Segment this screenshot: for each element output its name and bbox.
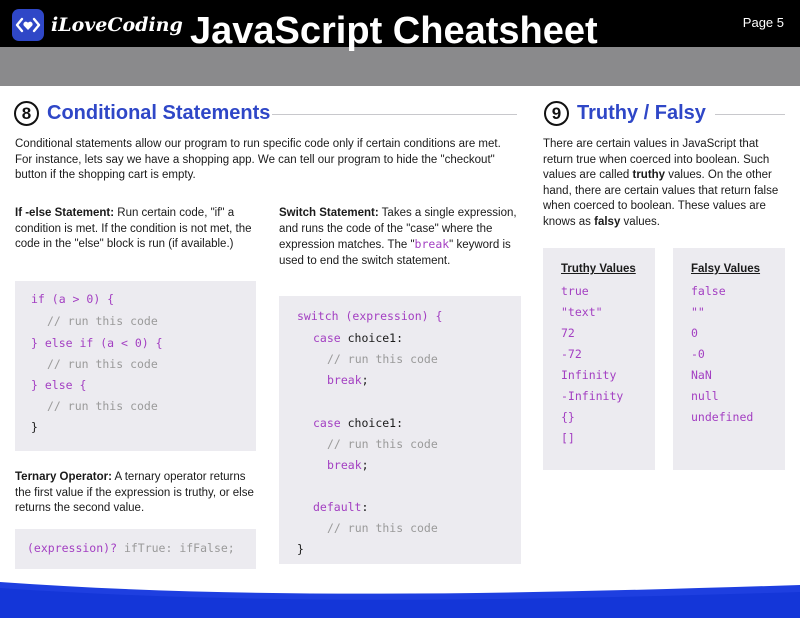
code-comment: // run this code: [47, 314, 158, 328]
code-comment: // run this code: [327, 437, 438, 451]
ternary-description: Ternary Operator: A ternary operator ret…: [15, 470, 260, 517]
truthy-value: 72: [561, 326, 575, 340]
falsy-value: "": [691, 305, 705, 319]
brand-logo[interactable]: iLoveCoding: [12, 9, 183, 41]
code-line: } else if (a < 0) {: [31, 336, 163, 350]
truthy-value: -72: [561, 347, 582, 361]
truthy-intro: There are certain values in JavaScript t…: [543, 138, 779, 228]
code-line: if (a > 0) {: [31, 292, 115, 306]
truthy-value: {}: [561, 410, 575, 424]
section-divider: [272, 114, 517, 115]
code-line: switch (expression) {: [297, 309, 443, 323]
falsy-value: false: [691, 284, 726, 298]
truthy-value: []: [561, 431, 575, 445]
code-line: }: [31, 420, 38, 434]
falsy-values-header: Falsy Values: [691, 263, 761, 275]
page-title: JavaScript Cheatsheet: [190, 10, 598, 52]
code-brackets-heart-icon: [12, 9, 44, 41]
falsy-value: 0: [691, 326, 698, 340]
code-comment: // run this code: [47, 357, 158, 371]
code-line: } else {: [31, 378, 87, 392]
falsy-values-box: Falsy Values false "" 0 -0 NaN null undefined: [673, 248, 785, 470]
section-number: 8: [14, 101, 39, 126]
ifelse-heading: If -else Statement:: [15, 207, 115, 219]
code-comment: // run this code: [327, 352, 438, 366]
truthy-value: true: [561, 284, 589, 298]
code-line: }: [297, 542, 304, 556]
section-conditional-header: 8 Conditional Statements: [14, 101, 270, 126]
section-number: 9: [544, 101, 569, 126]
footer-wave: [0, 582, 800, 618]
section-title: Truthy / Falsy: [577, 102, 706, 124]
code-line: break;: [327, 373, 369, 387]
ternary-code-block: (expression)? ifTrue: ifFalse;: [15, 529, 256, 569]
truthy-value: "text": [561, 305, 603, 319]
code-comment: // run this code: [47, 399, 158, 413]
code-line: break;: [327, 458, 369, 472]
section-divider: [715, 114, 785, 115]
section-title: Conditional Statements: [47, 102, 271, 124]
falsy-value: -0: [691, 347, 705, 361]
falsy-value: null: [691, 389, 719, 403]
code-line: (expression)? ifTrue: ifFalse;: [27, 541, 235, 555]
code-line: default:: [313, 500, 369, 514]
conditional-intro: Conditional statements allow our program…: [15, 138, 501, 181]
code-line: case choice1:: [313, 331, 404, 345]
code-line: case choice1:: [313, 416, 404, 430]
page-number: Page 5: [742, 15, 784, 30]
truthy-value: -Infinity: [561, 389, 624, 403]
falsy-value: NaN: [691, 368, 712, 382]
truthy-values-header: Truthy Values: [561, 263, 636, 275]
code-comment: // run this code: [327, 521, 438, 535]
switch-description: Switch Statement: Takes a single express…: [279, 207, 517, 267]
switch-heading: Switch Statement:: [279, 207, 379, 219]
brand-name: iLoveCoding: [51, 14, 183, 36]
break-keyword: break: [414, 237, 450, 251]
falsy-value: undefined: [691, 410, 754, 424]
section-truthy-header: 9 Truthy / Falsy: [544, 101, 706, 126]
truthy-values-box: Truthy Values true "text" 72 -72 Infinity -In…: [543, 248, 655, 470]
truthy-value: Infinity: [561, 368, 617, 382]
ifelse-code-block: if (a > 0) { // run this code } else if …: [15, 281, 256, 451]
switch-code-block: switch (expression) { case choice1: // r…: [279, 296, 521, 564]
ifelse-description: If -else Statement: Run certain code, "i…: [15, 206, 260, 253]
ternary-heading: Ternary Operator:: [15, 471, 112, 483]
